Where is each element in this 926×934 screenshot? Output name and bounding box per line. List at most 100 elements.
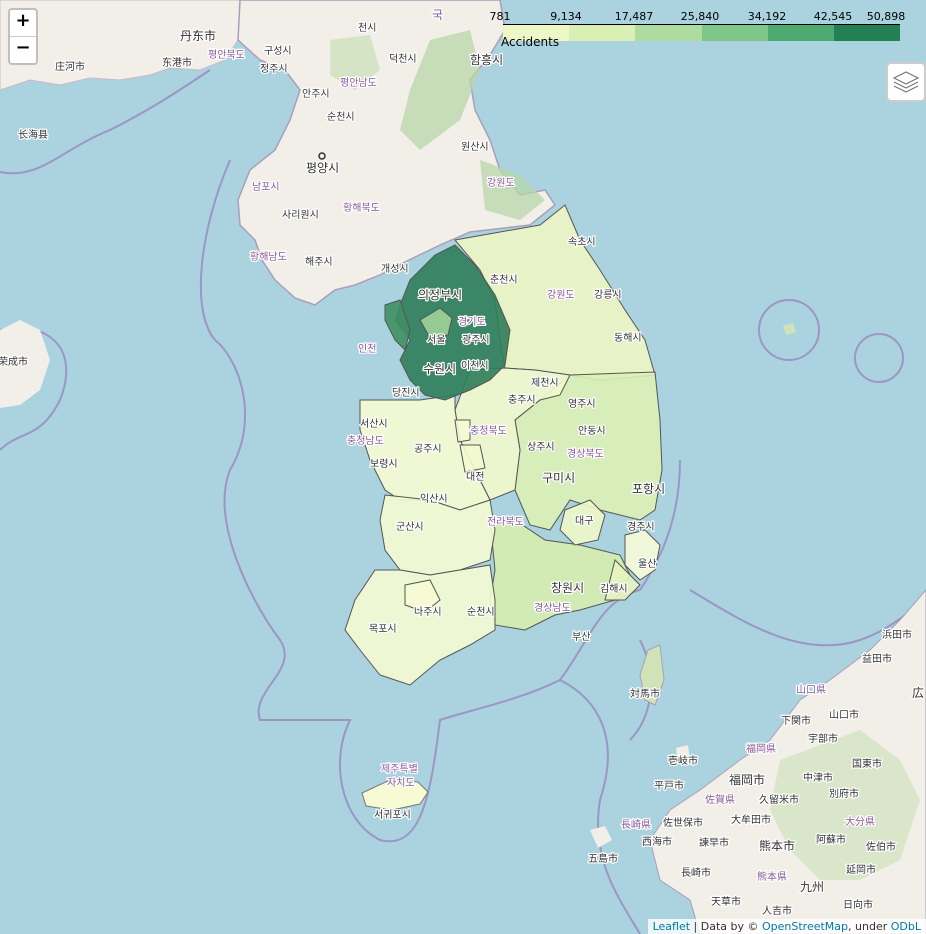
label-pyeongbuk: 평안북도 <box>208 49 245 61</box>
label-daegu: 대구 <box>575 515 593 527</box>
label-gunsan: 군산시 <box>396 521 424 533</box>
label-gimhae: 김해시 <box>600 582 628 595</box>
label-omuta: 大牟田市 <box>731 813 771 826</box>
label-chungnamdo: 충청남도 <box>347 435 384 447</box>
label-gyeongnamdo: 경상남도 <box>534 601 571 614</box>
label-nobeoka: 延岡市 <box>846 863 876 876</box>
label-naju: 나주시 <box>414 606 442 618</box>
label-mokpo: 목포시 <box>369 623 397 635</box>
label-hamada: 浜田市 <box>882 628 912 641</box>
label-hamheung: 함흥시 <box>470 53 503 67</box>
label-gumi: 구미시 <box>542 471 575 485</box>
label-chungju: 충주시 <box>508 394 536 406</box>
label-sokcho: 속초시 <box>568 236 596 248</box>
label-gyeonggido: 경기도 <box>458 315 486 328</box>
label-gangwondo: 강원도 <box>547 289 575 301</box>
legend-tick: 50,898 <box>866 10 906 23</box>
label-andong: 안동시 <box>578 425 606 437</box>
label-incheon: 인천 <box>358 343 376 355</box>
color-legend: 781 9,134 17,487 25,840 34,192 42,545 50… <box>488 8 906 52</box>
label-goto: 五島市 <box>588 852 618 865</box>
label-zhuanghe: 庄河市 <box>55 60 85 73</box>
label-kurume: 久留米市 <box>759 793 799 806</box>
legend-tick: 17,487 <box>614 10 654 23</box>
label-tsushima: 対馬市 <box>630 687 660 700</box>
label-kyushu: 九州 <box>800 880 824 894</box>
label-nagasaki: 長崎市 <box>681 866 711 879</box>
label-shimonoseki: 下関市 <box>781 714 811 727</box>
label-aso: 阿蘇市 <box>816 833 846 846</box>
attribution-text-under: , under <box>848 920 891 933</box>
legend-tick: 9,134 <box>550 10 582 23</box>
label-suwon: 수원시 <box>423 362 456 376</box>
label-seogwipo: 서귀포시 <box>374 809 411 821</box>
legend-swatch <box>635 25 702 41</box>
label-pyeongnam: 평안남도 <box>340 77 377 89</box>
label-gangwon-n: 강원도 <box>487 177 515 189</box>
label-dangjin: 당진시 <box>392 387 420 399</box>
legend-tick: 25,840 <box>680 10 720 23</box>
label-isahaya: 諫早市 <box>699 836 729 849</box>
label-wonsan: 원산시 <box>461 141 489 153</box>
label-donggang: 东港市 <box>162 56 192 69</box>
label-seoul: 서울 <box>427 334 445 346</box>
label-nampo: 남포시 <box>252 181 280 193</box>
legend-tick: 42,545 <box>813 10 853 23</box>
legend-caption: Accidents <box>501 35 560 49</box>
leaflet-link[interactable]: Leaflet <box>653 920 690 933</box>
legend-tick: 34,192 <box>747 10 787 23</box>
region-sejong[interactable] <box>454 419 471 443</box>
label-seosan: 서산시 <box>360 418 388 430</box>
legend-swatch <box>833 25 901 41</box>
label-ulsan: 울산 <box>638 558 656 570</box>
label-icheon: 이천시 <box>461 360 489 372</box>
label-jeonbukdo: 전라북도 <box>487 516 524 528</box>
label-jejudo-2: 자치도 <box>387 777 415 789</box>
label-hwangnam: 황해남도 <box>250 250 287 263</box>
layers-icon <box>892 71 920 93</box>
label-sasebo: 佐世保市 <box>663 816 703 829</box>
label-jecheon: 제천시 <box>531 377 559 389</box>
label-kunisaki: 国東市 <box>852 757 882 770</box>
zoom-in-button[interactable]: + <box>10 10 36 36</box>
label-guk: 국 <box>432 8 443 22</box>
label-hiroshima: 広 <box>912 686 924 700</box>
label-yamaguchi-ken: 山口県 <box>796 684 826 696</box>
region-daejeon[interactable] <box>459 444 486 473</box>
label-nagasaki-ken: 長崎県 <box>621 818 651 831</box>
label-changwon: 창원시 <box>551 581 584 595</box>
label-kaesong: 개성시 <box>381 263 409 275</box>
label-boryeong: 보령시 <box>370 458 398 470</box>
label-donghae: 동해시 <box>614 331 642 344</box>
map-canvas[interactable]: 丹东市 庄河市 东港市 长海县 평안북도 구성시 정주시 안주시 평안남도 순천… <box>0 0 926 934</box>
label-pohang: 포항시 <box>632 482 665 496</box>
label-yeongju: 영주시 <box>568 398 596 410</box>
label-uijeongbu: 의정부시 <box>418 288 462 302</box>
label-iki: 壱岐市 <box>668 754 698 767</box>
legend-swatch <box>767 25 834 41</box>
label-guseong: 구성시 <box>264 45 292 57</box>
legend-color-bar <box>503 25 901 41</box>
label-suncheon-n: 순천시 <box>327 111 355 123</box>
region-jeonbuk[interactable] <box>379 494 496 576</box>
label-jeongju: 정주시 <box>260 63 288 75</box>
odbl-link[interactable]: ODbL <box>891 920 921 933</box>
label-saiki: 佐伯市 <box>866 840 896 853</box>
label-beppu: 別府市 <box>829 787 859 800</box>
label-haeju: 해주시 <box>305 255 333 268</box>
label-sariwon: 사리원시 <box>282 209 319 221</box>
label-kumamoto: 熊本市 <box>759 838 795 853</box>
label-chuncheon: 춘천시 <box>490 274 518 286</box>
zoom-out-button[interactable]: − <box>10 36 36 63</box>
label-gangneung: 강릉시 <box>594 289 622 301</box>
label-dukcheon: 덕천시 <box>389 53 417 65</box>
label-busan: 부산 <box>572 631 590 643</box>
label-changhai: 长海县 <box>18 128 48 141</box>
osm-link[interactable]: OpenStreetMap <box>762 920 848 933</box>
label-sangju: 상주시 <box>527 441 555 453</box>
label-anju: 안주시 <box>302 88 330 100</box>
label-dandong: 丹东市 <box>180 28 216 43</box>
layers-control-button[interactable] <box>886 62 926 102</box>
attribution-text: | Data by © <box>690 920 762 933</box>
label-suncheon: 순천시 <box>467 606 495 618</box>
